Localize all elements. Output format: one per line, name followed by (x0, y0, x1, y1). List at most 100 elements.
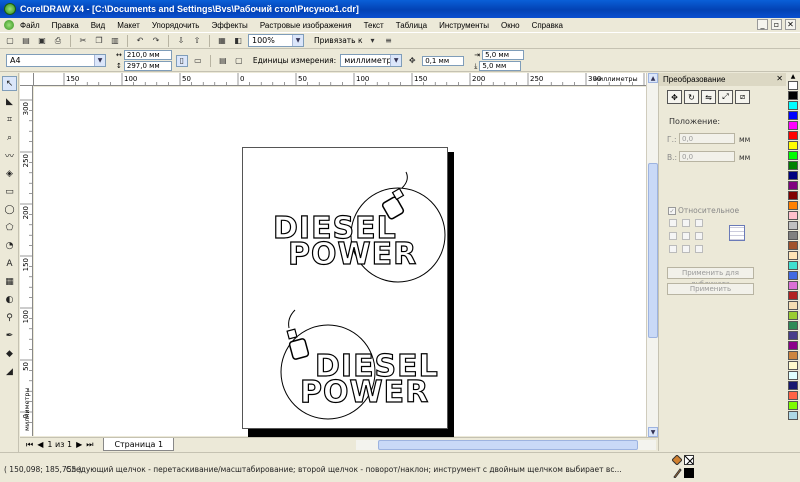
color-swatch[interactable] (788, 151, 798, 160)
rotate-icon[interactable]: ↻ (684, 90, 699, 104)
drawing-canvas[interactable]: DIESEL POWER DIESEL POWER (34, 87, 646, 439)
scroll-down-icon[interactable]: ▼ (648, 427, 658, 437)
color-swatch[interactable] (788, 241, 798, 250)
landscape-icon[interactable]: ▭ (192, 55, 204, 67)
outline-pen-indicator-icon[interactable] (672, 468, 682, 478)
redo-icon[interactable]: ↷ (150, 35, 162, 47)
welcome-screen-icon[interactable]: ◧ (232, 35, 244, 47)
menu-bitmaps[interactable]: Растровые изображения (260, 21, 352, 30)
portrait-icon[interactable]: ▯ (175, 54, 188, 67)
chevron-down-icon[interactable]: ▾ (367, 35, 379, 47)
apply-button[interactable]: Применить (667, 283, 754, 295)
color-swatch[interactable] (788, 371, 798, 380)
current-page-icon[interactable]: ▢ (233, 55, 245, 67)
page-height-field[interactable]: 297,0 мм (123, 61, 172, 71)
rectangle-tool-icon[interactable]: ▭ (2, 184, 17, 199)
relative-checkbox-row[interactable]: ✓ Относительное (668, 206, 739, 215)
skew-icon[interactable]: ⧄ (735, 90, 750, 104)
undo-icon[interactable]: ↶ (134, 35, 146, 47)
ruler-origin[interactable] (20, 73, 34, 86)
h-position-field[interactable]: 0,0 (679, 133, 735, 144)
vertical-scrollbar[interactable]: ▲ ▼ (646, 73, 658, 437)
diesel-power-logo-bottom[interactable]: DIESEL POWER (280, 309, 439, 420)
menu-table[interactable]: Таблица (396, 21, 427, 30)
menu-help[interactable]: Справка (532, 21, 563, 30)
basic-shapes-icon[interactable]: ◔ (2, 238, 17, 253)
shape-tool-icon[interactable]: ◣ (2, 94, 17, 109)
nudge-field[interactable]: 0,1 мм (422, 55, 465, 66)
duplicate-y-field[interactable]: 5,0 мм (479, 61, 522, 71)
color-swatch[interactable] (788, 141, 798, 150)
eyedropper-icon[interactable]: ⚲ (2, 310, 17, 325)
color-swatch[interactable] (788, 211, 798, 220)
ellipse-tool-icon[interactable]: ◯ (2, 202, 17, 217)
fill-indicator-icon[interactable] (672, 455, 682, 465)
color-swatch[interactable] (788, 231, 798, 240)
color-swatch[interactable] (788, 411, 798, 420)
color-swatch[interactable] (788, 131, 798, 140)
scroll-up-icon[interactable]: ▲ (648, 73, 658, 83)
units-select[interactable]: миллиметры ▼ (340, 54, 403, 67)
document-page[interactable]: DIESEL POWER DIESEL POWER (242, 147, 448, 429)
color-swatch[interactable] (788, 111, 798, 120)
color-swatch[interactable] (788, 161, 798, 170)
table-tool-icon[interactable]: ▦ (2, 274, 17, 289)
color-swatch[interactable] (788, 311, 798, 320)
menu-file[interactable]: Файл (20, 21, 40, 30)
v-position-field[interactable]: 0,0 (679, 151, 735, 162)
color-swatch[interactable] (788, 401, 798, 410)
close-icon[interactable]: ✕ (785, 19, 796, 30)
interactive-fill-icon[interactable]: ◢ (2, 364, 17, 379)
open-icon[interactable]: ▤ (20, 35, 32, 47)
color-swatch[interactable] (788, 201, 798, 210)
menu-view[interactable]: Вид (91, 21, 105, 30)
page-width-field[interactable]: 210,0 мм (123, 50, 172, 60)
app-launcher-icon[interactable]: ▦ (216, 35, 228, 47)
color-swatch[interactable] (788, 361, 798, 370)
cut-icon[interactable]: ✂ (77, 35, 89, 47)
copy-icon[interactable]: ❐ (93, 35, 105, 47)
color-swatch[interactable] (788, 121, 798, 130)
fill-tool-icon[interactable]: ◆ (2, 346, 17, 361)
interactive-blend-icon[interactable]: ◐ (2, 292, 17, 307)
outline-pen-icon[interactable]: ✒ (2, 328, 17, 343)
options-icon[interactable]: ≡ (383, 35, 395, 47)
color-swatch[interactable] (788, 91, 798, 100)
color-swatch[interactable] (788, 291, 798, 300)
menu-text[interactable]: Текст (364, 21, 384, 30)
close-icon[interactable]: ✕ (776, 74, 783, 83)
vertical-scroll-thumb[interactable] (648, 163, 658, 338)
first-page-icon[interactable]: ⏮ (26, 440, 33, 450)
outline-color-swatch[interactable] (684, 468, 694, 478)
paper-size-select[interactable]: A4 ▼ (6, 54, 106, 67)
last-page-icon[interactable]: ⏭ (86, 440, 93, 450)
paste-icon[interactable]: ▥ (109, 35, 121, 47)
pick-tool-icon[interactable]: ↖ (2, 76, 17, 91)
menu-tools[interactable]: Инструменты (439, 21, 489, 30)
color-swatch[interactable] (788, 191, 798, 200)
color-swatch[interactable] (788, 351, 798, 360)
chevron-down-icon[interactable]: ▼ (292, 35, 303, 46)
zoom-tool-icon[interactable]: ⌕ (2, 130, 17, 145)
diesel-power-logo-top[interactable]: DIESEL POWER (272, 171, 446, 283)
no-fill-icon[interactable] (684, 455, 694, 465)
color-swatch[interactable] (788, 171, 798, 180)
export-icon[interactable]: ⇧ (191, 35, 203, 47)
horizontal-scroll-thumb[interactable] (378, 440, 638, 450)
color-swatch[interactable] (788, 341, 798, 350)
color-swatch[interactable] (788, 391, 798, 400)
text-tool-icon[interactable]: A (2, 256, 17, 271)
crop-tool-icon[interactable]: ⌗ (2, 112, 17, 127)
scale-mirror-icon[interactable]: ⇋ (701, 90, 716, 104)
prev-page-icon[interactable]: ◀ (37, 440, 43, 449)
menu-edit[interactable]: Правка (52, 21, 79, 30)
restore-icon[interactable]: ▫ (771, 19, 782, 30)
next-page-icon[interactable]: ▶ (76, 440, 82, 449)
size-icon[interactable]: ⤢ (718, 90, 733, 104)
freehand-tool-icon[interactable]: 〰 (2, 148, 17, 163)
duplicate-x-field[interactable]: 5,0 мм (482, 50, 525, 60)
chevron-down-icon[interactable]: ▼ (94, 55, 105, 66)
menu-arrange[interactable]: Упорядочить (152, 21, 200, 30)
color-swatch[interactable] (788, 281, 798, 290)
color-swatch[interactable] (788, 301, 798, 310)
